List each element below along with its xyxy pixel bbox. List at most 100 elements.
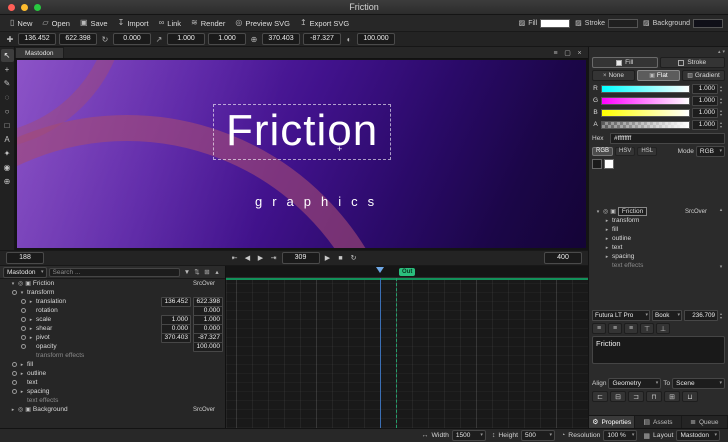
record-dot-icon[interactable] bbox=[21, 299, 26, 304]
record-dot-icon[interactable] bbox=[21, 317, 26, 322]
pick-paint-tool[interactable]: ◉ bbox=[1, 161, 14, 174]
scene-text-object[interactable]: Friction bbox=[213, 104, 391, 160]
canvas-menu-icon[interactable]: ≡ bbox=[551, 49, 560, 57]
spinner-icon[interactable] bbox=[720, 85, 725, 93]
statusbar-select[interactable]: Mastodon bbox=[676, 430, 720, 441]
record-dot-icon[interactable] bbox=[12, 371, 17, 376]
object-tree-row[interactable]: ▾ ◎ ▣ Friction SrcOver bbox=[592, 207, 725, 216]
timeline-tree-row[interactable]: ▸ ◎ ▣ outline bbox=[0, 369, 225, 378]
sort-icon[interactable]: ⇅ bbox=[192, 268, 202, 276]
background-swatch[interactable] bbox=[693, 19, 723, 28]
fill-tab[interactable]: Fill bbox=[592, 57, 658, 68]
blend-mode-select[interactable]: SrcOver bbox=[193, 281, 223, 287]
stroke-swatch[interactable] bbox=[608, 19, 638, 28]
tab-queue[interactable]: ≣ Queue bbox=[682, 416, 728, 428]
x-position-field[interactable]: 136.452 bbox=[18, 33, 56, 45]
visibility-eye-icon[interactable]: ◎ bbox=[603, 208, 608, 215]
text-align-left-button[interactable]: ≡ bbox=[592, 323, 606, 334]
expand-arrow-icon[interactable]: ▾ bbox=[595, 209, 601, 215]
expand-arrow-icon[interactable]: ▸ bbox=[604, 245, 610, 251]
tab-assets[interactable]: ▤ Assets bbox=[635, 416, 681, 428]
collapse-icon[interactable]: ▴ bbox=[212, 268, 222, 276]
new-button[interactable]: ▯ New bbox=[5, 17, 37, 30]
scene-subtitle-text[interactable]: graphics bbox=[255, 194, 384, 209]
tab-properties[interactable]: ⚙ Properties bbox=[589, 416, 635, 428]
save-button[interactable]: ▣ Save bbox=[75, 17, 113, 30]
timeline-tree-row[interactable]: ▸ ◎ ▣ translation 136.452 622.398 bbox=[0, 297, 225, 306]
mode-select[interactable]: RGB bbox=[696, 146, 725, 157]
timeline-tree-row[interactable]: ◎ ▣ text bbox=[0, 378, 225, 387]
stroke-tab[interactable]: Stroke bbox=[660, 57, 726, 68]
text-valign-bottom-button[interactable]: ⊥ bbox=[656, 323, 670, 334]
expand-arrow-icon[interactable]: ▸ bbox=[28, 335, 34, 341]
expand-arrow-icon[interactable]: ▾ bbox=[19, 290, 25, 296]
value-field[interactable]: 136.452 bbox=[161, 297, 191, 307]
timeline-tree-row[interactable]: ◎ ▣ transform effects bbox=[0, 351, 225, 360]
spinner-icon[interactable] bbox=[720, 109, 725, 117]
hex-field[interactable]: #ffffffff bbox=[610, 133, 725, 144]
record-dot-icon[interactable] bbox=[21, 344, 26, 349]
timeline-tree-row[interactable]: ◎ ▣ opacity 100.000 bbox=[0, 342, 225, 351]
expand-arrow-icon[interactable]: ▸ bbox=[28, 317, 34, 323]
jump-end-button[interactable]: ⇥ bbox=[268, 254, 280, 262]
canvas-scene[interactable]: Friction graphics bbox=[17, 60, 586, 248]
statusbar-select[interactable]: 1500 bbox=[452, 430, 486, 441]
preview-svg-button[interactable]: ◎ Preview SVG bbox=[230, 17, 295, 30]
object-select-tool[interactable]: ↖ bbox=[1, 49, 14, 62]
prev-frame-button[interactable]: ◀ bbox=[242, 254, 254, 262]
next-frame-button[interactable]: ▶ bbox=[255, 254, 267, 262]
timeline-tree-row[interactable]: ◎ ▣ text effects bbox=[0, 396, 225, 405]
filter-icon[interactable]: ▼ bbox=[182, 268, 192, 276]
canvas-close-icon[interactable]: × bbox=[575, 49, 584, 57]
zoom-light[interactable] bbox=[34, 4, 41, 11]
record-dot-icon[interactable] bbox=[12, 362, 17, 367]
scene-select[interactable]: Mastodon bbox=[3, 267, 47, 278]
paint-none-button[interactable]: × None bbox=[592, 70, 635, 81]
open-button[interactable]: ▱ Open bbox=[37, 17, 75, 30]
expand-arrow-icon[interactable]: ▾ bbox=[10, 281, 16, 287]
grid-icon[interactable]: ⊞ bbox=[202, 268, 212, 276]
channel-value-field[interactable]: 1.000 bbox=[692, 108, 718, 118]
align-right-button[interactable]: ⊐ bbox=[628, 391, 644, 402]
channel-value-field[interactable]: 1.000 bbox=[692, 120, 718, 130]
rotation-field[interactable]: 0.000 bbox=[113, 33, 151, 45]
align-vcenter-button[interactable]: ⊞ bbox=[664, 391, 680, 402]
stop-button[interactable]: ■ bbox=[335, 254, 347, 262]
jump-start-button[interactable]: ⇤ bbox=[229, 254, 241, 262]
font-family-select[interactable]: Futura LT Pro bbox=[592, 310, 650, 321]
fill-checkbox[interactable] bbox=[616, 60, 622, 66]
align-left-button[interactable]: ⊏ bbox=[592, 391, 608, 402]
value-field[interactable]: 370.403 bbox=[161, 333, 191, 343]
timeline-tree-row[interactable]: ▸ ◎ ▣ spacing bbox=[0, 387, 225, 396]
channel-slider[interactable] bbox=[601, 97, 690, 105]
link-button[interactable]: ∞ Link bbox=[154, 17, 186, 30]
out-frame-marker[interactable]: Out bbox=[399, 268, 415, 276]
background-color-control[interactable]: ▨ Background bbox=[643, 19, 723, 28]
object-tree-row[interactable]: ◎ ▣ text effects bbox=[592, 261, 725, 270]
rectangle-tool[interactable]: □ bbox=[1, 119, 14, 132]
rgb-mode-button[interactable]: RGB bbox=[592, 147, 613, 156]
expand-arrow-icon[interactable]: ▸ bbox=[10, 407, 16, 413]
font-size-field[interactable]: 236.709 bbox=[684, 310, 718, 321]
timeline-track-area[interactable]: Out bbox=[226, 266, 588, 428]
expand-arrow-icon[interactable]: ▸ bbox=[604, 227, 610, 233]
align-bottom-button[interactable]: ⊔ bbox=[682, 391, 698, 402]
pen-tool[interactable]: ✎ bbox=[1, 77, 14, 90]
timeline-tree-row[interactable]: ▸ ◎ ▣ pivot 370.403 -87.327 bbox=[0, 333, 225, 342]
timeline-tree-row[interactable]: ▸ ◎ ▣ fill bbox=[0, 360, 225, 369]
pivot-x-field[interactable]: 370.403 bbox=[262, 33, 300, 45]
playhead-line[interactable] bbox=[380, 278, 381, 428]
export-svg-button[interactable]: ↥ Export SVG bbox=[295, 17, 354, 30]
expand-arrow-icon[interactable]: ▸ bbox=[19, 362, 25, 368]
bookmark-color-dark[interactable] bbox=[592, 159, 602, 169]
font-style-select[interactable]: Book bbox=[652, 310, 682, 321]
expand-arrow-icon[interactable]: ▸ bbox=[28, 326, 34, 332]
value-field[interactable]: 100.000 bbox=[193, 342, 223, 352]
fill-color-control[interactable]: ▨ Fill bbox=[519, 19, 571, 28]
minimize-light[interactable] bbox=[21, 4, 28, 11]
stroke-color-control[interactable]: ▨ Stroke bbox=[575, 19, 638, 28]
object-tree-row[interactable]: ▸ ◎ ▣ spacing bbox=[592, 252, 725, 261]
text-tool[interactable]: A bbox=[1, 133, 14, 146]
hsl-mode-button[interactable]: HSL bbox=[637, 147, 657, 156]
statusbar-select[interactable]: 500 bbox=[521, 430, 555, 441]
